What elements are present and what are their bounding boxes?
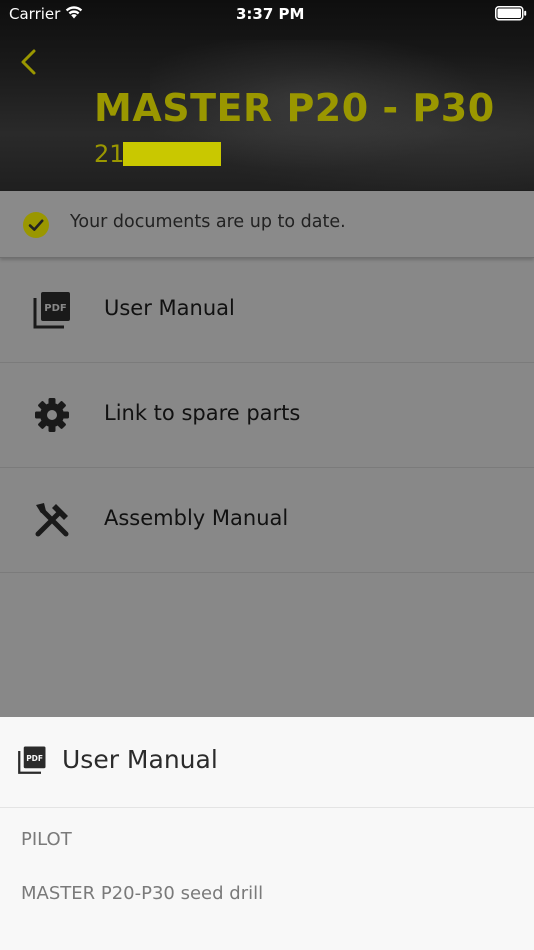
list-item-user-manual[interactable]: PDF User Manual [0,258,534,363]
action-sheet: PDF User Manual PILOT MASTER P20-P30 see… [0,717,534,950]
header: Carrier 3:37 PM MASTER P20 - P30 21 [0,0,534,191]
status-notice: Your documents are up to date. [0,191,534,258]
svg-text:PDF: PDF [44,303,66,314]
carrier-label: Carrier [9,5,61,23]
list-item-label: Link to spare parts [104,401,301,425]
list-item-label: Assembly Manual [104,506,289,530]
wifi-icon [64,4,84,24]
list-item-label: User Manual [104,296,235,320]
list-item-assembly-manual[interactable]: Assembly Manual [0,468,534,573]
sheet-option-seed-drill[interactable]: MASTER P20-P30 seed drill [0,869,534,923]
svg-text:PDF: PDF [26,754,43,763]
sheet-option-label: MASTER P20-P30 seed drill [21,883,264,904]
pdf-icon: PDF [32,290,72,330]
gear-icon [32,395,72,435]
notice-text: Your documents are up to date. [70,212,346,232]
clock: 3:37 PM [236,5,305,23]
sheet-option-pilot[interactable]: PILOT [0,815,534,869]
serial-number: 21 [94,140,125,168]
sheet-option-label: PILOT [21,829,72,850]
sheet-title: User Manual [62,745,218,774]
document-list: PDF User Manual Link to spare parts Asse… [0,258,534,573]
sheet-header: PDF User Manual [0,717,534,808]
serial-redaction [123,142,221,166]
pdf-icon: PDF [17,745,47,775]
chevron-left-icon [14,49,44,82]
battery-icon [495,6,527,25]
back-button[interactable] [14,46,44,78]
tools-icon [32,500,72,540]
list-item-spare-parts[interactable]: Link to spare parts [0,363,534,468]
check-circle-icon [22,211,50,239]
page-title: MASTER P20 - P30 [94,86,495,130]
status-bar: Carrier 3:37 PM [0,0,534,28]
